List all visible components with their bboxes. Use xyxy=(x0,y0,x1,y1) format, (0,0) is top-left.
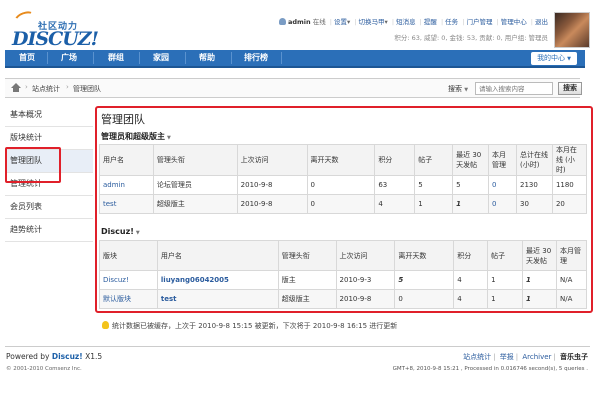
logo-text: DISCUZ! xyxy=(12,28,99,50)
col-header: 离开天数 xyxy=(394,240,455,271)
switch-account-link[interactable]: 切换马甲 xyxy=(359,18,385,26)
processing-info: GMT+8, 2010-9-8 15:21 , Processed in 0.0… xyxy=(392,366,588,372)
forum-moderators-table: 版块 用户名 管理头衔 上次访问 离开天数 积分 帖子 最近 30 天发帖 本月… xyxy=(99,240,588,309)
nav-ranking[interactable]: 排行榜 xyxy=(235,50,277,66)
user-icon xyxy=(278,18,286,25)
forum-link-default[interactable]: 默认版块 xyxy=(103,295,131,303)
user-link-test[interactable]: test xyxy=(161,295,177,303)
admin-count-link[interactable]: 0 xyxy=(492,181,496,189)
admin-center-link[interactable]: 管理中心 xyxy=(501,18,527,26)
logout-link[interactable]: 退出 xyxy=(535,18,548,26)
table-row: Discuz! liuyang06042005 版主 2010-9-3 5 4 … xyxy=(99,270,588,290)
powered-by: Powered by Discuz! X1.5 xyxy=(6,352,103,361)
online-status: 在线 xyxy=(312,18,326,26)
admin-count-link[interactable]: 0 xyxy=(492,200,496,208)
chevron-down-icon: ▼ xyxy=(567,56,571,62)
user-link-test[interactable]: test xyxy=(103,200,116,208)
forum-link-discuz[interactable]: Discuz! xyxy=(103,276,129,284)
table-row: 默认版块 test 超级版主 2010-9-8 0 4 1 1 N/A xyxy=(99,289,588,309)
col-header: 本月管理 xyxy=(555,240,588,271)
discuz-logo[interactable]: 社区动力 DISCUZ! xyxy=(8,6,118,50)
col-header: 用户名 xyxy=(156,240,279,271)
chevron-down-icon: ▼ xyxy=(167,135,171,141)
footer-report-link[interactable]: 举报 xyxy=(500,353,514,361)
copyright: © 2001-2010 Comsenz Inc. xyxy=(6,366,82,372)
my-center-button[interactable]: 我的中心 ▼ xyxy=(531,52,577,65)
col-header: 管理头衔 xyxy=(277,240,337,271)
col-header: 帖子 xyxy=(414,144,454,176)
nav-groups[interactable]: 群组 xyxy=(97,50,135,66)
col-header: 离开天数 xyxy=(306,144,376,176)
nav-home-space[interactable]: 家园 xyxy=(143,50,179,66)
portal-admin-link[interactable]: 门户管理 xyxy=(466,18,492,26)
col-header: 本月在线 (小时) xyxy=(551,144,588,176)
powered-brand-link[interactable]: Discuz! xyxy=(52,352,83,361)
col-header: 上次访问 xyxy=(335,240,396,271)
section-title-admins[interactable]: 管理员和超级版主 ▼ xyxy=(101,131,171,142)
footer-site-stats-link[interactable]: 站点统计 xyxy=(463,353,491,361)
chevron-down-icon: ▼ xyxy=(135,230,140,236)
user-credits[interactable]: 积分: 63, 威望: 0, 金钱: 53, 贡献: 0, 用户组: 管理员 xyxy=(394,32,548,42)
col-header: 版块 xyxy=(99,240,158,271)
chevron-down-icon: ▼ xyxy=(464,87,469,93)
col-header: 积分 xyxy=(374,144,416,176)
user-link-liuyang[interactable]: liuyang06042005 xyxy=(161,276,229,284)
tasks-link[interactable]: 任务 xyxy=(445,18,458,26)
footer-archiver-link[interactable]: Archiver xyxy=(522,353,551,361)
col-header: 管理头衔 xyxy=(152,144,238,176)
footer-links: 站点统计 | 举报 | Archiver | 音乐虫子 xyxy=(463,353,588,361)
col-header: 积分 xyxy=(453,240,489,271)
col-header: 帖子 xyxy=(487,240,524,271)
logo-swirl-icon xyxy=(12,8,38,30)
username-link[interactable]: admin xyxy=(288,18,311,26)
col-header: 总计在线 (小时) xyxy=(515,144,553,176)
col-header: 最近 30 天发帖 xyxy=(522,240,557,271)
sidebar-item-member-list[interactable]: 会员列表 xyxy=(5,196,93,219)
cache-notice: 统计数据已被缓存，上次于 2010-9-8 15:15 被更新，下次将于 201… xyxy=(102,321,397,331)
col-header: 最近 30 天发帖 xyxy=(452,144,490,176)
user-link-admin[interactable]: admin xyxy=(103,181,125,189)
user-toolbar: admin 在线 | 设置▾ | 切换马甲▾ | 短消息 | 提醒 | 任务 | 门户管理 … xyxy=(278,16,548,26)
breadcrumb: › 站点统计 › 管理团队 搜索 ▼ 搜索 xyxy=(5,78,582,98)
breadcrumb-site-stats[interactable]: 站点统计 xyxy=(32,84,60,94)
col-header: 上次访问 xyxy=(236,144,308,176)
search-input[interactable] xyxy=(475,82,553,95)
page-title: 管理团队 xyxy=(101,113,145,126)
col-header: 本月管理 xyxy=(488,144,517,176)
nav-plaza[interactable]: 广场 xyxy=(51,50,87,66)
footer-site-name-link[interactable]: 音乐虫子 xyxy=(560,353,588,361)
search-button[interactable]: 搜索 xyxy=(558,82,582,95)
table-row: admin 论坛管理员 2010-9-8 0 63 5 5 0 2130 118… xyxy=(99,175,588,195)
table-row: test 超级版主 2010-9-8 0 4 1 1 0 30 20 xyxy=(99,194,588,214)
notifications-link[interactable]: 提醒 xyxy=(424,18,437,26)
main-nav: 首页 广场 群组 家园 帮助 排行榜 我的中心 ▼ xyxy=(5,50,585,68)
breadcrumb-admin-team: 管理团队 xyxy=(73,85,101,93)
search-type-select[interactable]: 搜索 ▼ xyxy=(448,84,468,94)
avatar[interactable] xyxy=(554,12,590,48)
sidebar-item-trend-stats[interactable]: 趋势统计 xyxy=(5,219,93,242)
section-title-forum[interactable]: Discuz! ▼ xyxy=(101,227,140,236)
admins-table: 用户名 管理头衔 上次访问 离开天数 积分 帖子 最近 30 天发帖 本月管理 … xyxy=(99,144,588,214)
sidebar-highlight-box xyxy=(5,147,61,183)
home-icon[interactable] xyxy=(11,83,21,93)
nav-help[interactable]: 帮助 xyxy=(189,50,225,66)
settings-link[interactable]: 设置 xyxy=(334,18,347,26)
sidebar-item-overview[interactable]: 基本概况 xyxy=(5,104,93,127)
messages-link[interactable]: 短消息 xyxy=(396,18,416,26)
col-header: 用户名 xyxy=(99,144,154,176)
nav-home[interactable]: 首页 xyxy=(9,50,45,66)
lightbulb-icon xyxy=(102,321,109,329)
